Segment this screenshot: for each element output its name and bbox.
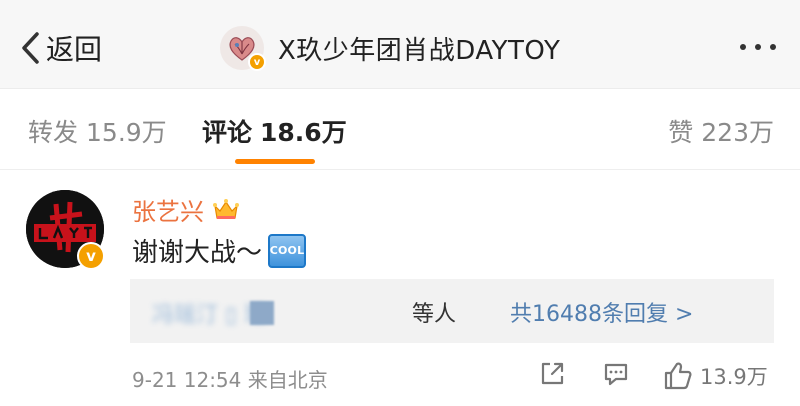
post-tabs: 转发 15.9万 评论 18.6万 赞 223万 — [0, 89, 800, 170]
active-tab-indicator — [235, 159, 315, 164]
like-button[interactable]: 13.9万 — [662, 360, 768, 392]
share-icon — [541, 362, 564, 385]
tab-repost-label: 转发 — [28, 118, 79, 147]
crown-icon — [213, 198, 239, 219]
verified-badge: v — [77, 242, 105, 270]
reply-button[interactable] — [602, 360, 630, 392]
like-thumb-icon — [664, 362, 692, 390]
share-button[interactable] — [538, 360, 566, 392]
tab-comment[interactable]: 评论 18.6万 — [202, 113, 347, 149]
blurred-reply-names: 冯瑶汀 ▯ 理 — [152, 303, 267, 328]
commenter-name-row: 张艺兴 — [132, 192, 240, 227]
post-author-title[interactable]: v X玖少年团肖战DAYTOY — [220, 24, 560, 72]
reply-count-link[interactable]: 共16488条回复 > — [510, 296, 693, 328]
comment-icon — [604, 363, 628, 386]
top-navigation-bar: 返回 v X玖少年团肖战DAYTOY — [0, 0, 800, 89]
more-dots-icon — [740, 44, 746, 50]
replies-summary[interactable]: 冯瑶汀 ▯ 理 等人 共16488条回复 > — [130, 279, 774, 343]
tab-like-count: 223万 — [701, 118, 774, 147]
tab-repost[interactable]: 转发 15.9万 — [28, 113, 167, 149]
back-chevron-icon — [22, 32, 39, 64]
like-count: 13.9万 — [700, 365, 768, 389]
tab-comment-label: 评论 — [202, 118, 253, 147]
tab-comment-count: 18.6万 — [260, 118, 347, 147]
comment-text-row: 谢谢大战～ COOL — [132, 232, 307, 269]
tab-like-label: 赞 — [668, 118, 694, 147]
tab-repost-count: 15.9万 — [86, 118, 167, 147]
blurred-avatar — [250, 301, 274, 325]
comment-text: 谢谢大战～ — [132, 238, 263, 268]
comment-item: v 张艺兴 谢谢大战～ COOL 冯瑶汀 ▯ 理 等人 共16488条回复 > … — [0, 170, 800, 406]
commenter-name[interactable]: 张艺兴 — [132, 192, 204, 227]
back-label: 返回 — [46, 33, 103, 66]
commenter-avatar[interactable]: v — [26, 190, 105, 270]
more-button[interactable] — [740, 44, 776, 50]
verified-badge: v — [248, 53, 266, 71]
page-title: X玖少年团肖战DAYTOY — [278, 35, 561, 66]
back-button[interactable]: 返回 — [20, 28, 102, 68]
comment-meta: 9-21 12:54 来自北京 — [132, 368, 328, 392]
reply-names-suffix: 等人 — [412, 302, 457, 327]
more-dots-icon — [755, 44, 761, 50]
more-dots-icon — [770, 44, 776, 50]
author-avatar[interactable]: v — [220, 26, 266, 71]
tab-like[interactable]: 赞 223万 — [668, 113, 774, 149]
cool-emoji-icon: COOL — [268, 233, 307, 268]
